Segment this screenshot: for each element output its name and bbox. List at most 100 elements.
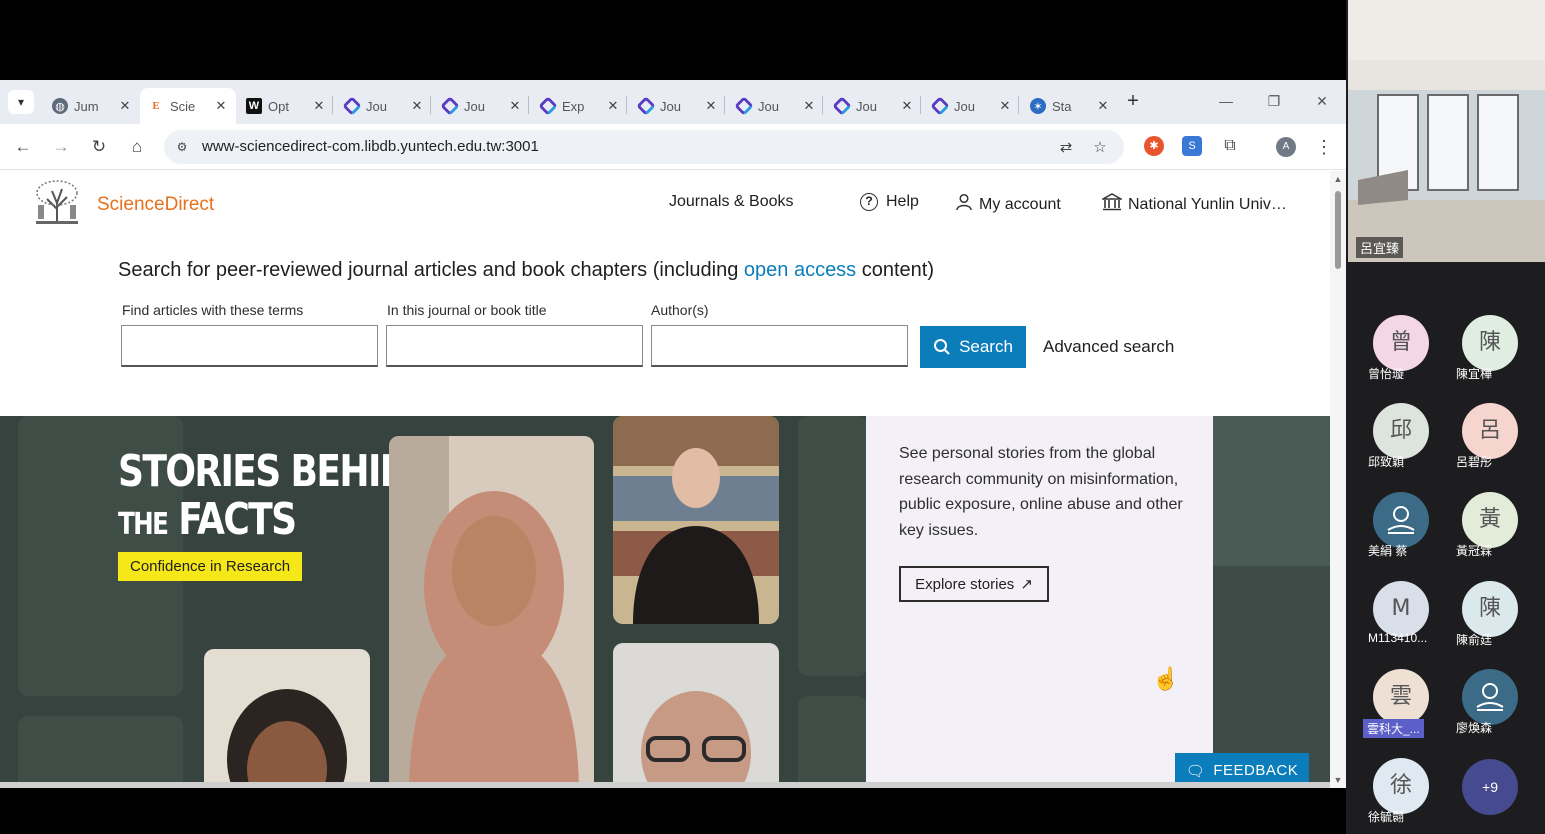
new-tab-button[interactable]: +	[1122, 90, 1144, 112]
close-window-icon[interactable]: ✕	[1307, 90, 1337, 112]
browser-menu-icon[interactable]: ⋮	[1314, 136, 1334, 158]
tab[interactable]: ◍ Jum ✕	[44, 88, 140, 124]
nav-help[interactable]: ? Help	[860, 193, 919, 211]
tab[interactable]: W Opt ✕	[238, 88, 334, 124]
nav-journals-books[interactable]: Journals & Books	[669, 193, 794, 211]
advanced-search-link[interactable]: Advanced search	[1043, 337, 1174, 357]
close-tab-icon[interactable]: ✕	[898, 98, 916, 114]
terms-input[interactable]	[121, 325, 378, 367]
cube-icon	[342, 96, 362, 116]
authors-input[interactable]	[651, 325, 908, 367]
back-icon[interactable]: ←	[12, 136, 34, 158]
participant-avatar[interactable]: 呂	[1462, 403, 1518, 459]
tab-title: Jou	[758, 98, 779, 114]
tab-active[interactable]: E Scie ✕	[140, 88, 236, 124]
url-text[interactable]: www-sciencedirect-com.libdb.yuntech.edu.…	[202, 138, 539, 155]
journal-title-input[interactable]	[386, 325, 643, 367]
explore-stories-label: Explore stories	[915, 575, 1015, 593]
participant-avatar[interactable]: 曾	[1373, 315, 1429, 371]
participant-avatar[interactable]: 邱	[1373, 403, 1429, 459]
close-tab-icon[interactable]: ✕	[702, 98, 720, 114]
hero-description: See personal stories from the global res…	[899, 445, 1183, 539]
extension-blue-icon[interactable]: S	[1182, 136, 1202, 156]
elsevier-tree-logo[interactable]	[32, 179, 82, 225]
site-header: ScienceDirect Journals & Books ? Help My…	[0, 171, 1330, 241]
avatar-initial: 曾	[1389, 330, 1412, 355]
participant-avatar[interactable]	[1462, 669, 1518, 725]
site-settings-icon[interactable]: ⚙	[174, 139, 190, 155]
participant-name: 廖煥森	[1456, 721, 1493, 735]
avatar-initial: M	[1391, 596, 1411, 621]
person-outline-icon	[1476, 683, 1504, 711]
page-scrollbar[interactable]: ▲ ▼	[1330, 171, 1346, 788]
participant-avatar[interactable]	[1373, 492, 1429, 548]
tab[interactable]: Jou ✕	[826, 88, 922, 124]
participant-avatar[interactable]: 徐	[1373, 758, 1429, 814]
video-feed-room	[1348, 0, 1545, 262]
home-icon[interactable]: ⌂	[126, 136, 148, 158]
minimize-icon[interactable]: —	[1211, 90, 1241, 112]
search-heading-text: Search for peer-reviewed journal article…	[118, 259, 744, 281]
scroll-down-icon[interactable]: ▼	[1333, 775, 1343, 785]
participant-name: 陳宜樺	[1456, 367, 1493, 381]
hand-cursor-icon: ☝	[1152, 666, 1180, 691]
profile-avatar[interactable]: A	[1276, 137, 1296, 157]
address-bar[interactable]: ⚙ www-sciencedirect-com.libdb.yuntech.ed…	[164, 130, 1124, 164]
explore-stories-button[interactable]: Explore stories ↗	[899, 566, 1049, 602]
participant-avatar[interactable]: 黃	[1462, 492, 1518, 548]
participant-avatar[interactable]: 雲	[1373, 669, 1429, 725]
scroll-thumb[interactable]	[1335, 191, 1341, 269]
open-access-link[interactable]: open access	[744, 259, 856, 281]
avatar-initial: 陳	[1478, 330, 1501, 355]
w-icon: W	[246, 98, 262, 114]
close-tab-icon[interactable]: ✕	[1094, 98, 1112, 114]
search-button[interactable]: Search	[920, 326, 1026, 368]
participant-video-tile[interactable]: 呂宜臻	[1348, 0, 1545, 262]
nav-my-account[interactable]: My account	[955, 193, 1061, 216]
close-tab-icon[interactable]: ✕	[506, 98, 524, 114]
tab[interactable]: Jou ✕	[630, 88, 726, 124]
participant-avatar[interactable]: 陳	[1462, 581, 1518, 637]
close-tab-icon[interactable]: ✕	[212, 98, 230, 114]
more-participants-button[interactable]: +9	[1462, 759, 1518, 815]
participant-name: 美絹 蔡	[1368, 544, 1408, 558]
nav-institution[interactable]: National Yunlin Univ…	[1100, 193, 1287, 216]
tab[interactable]: Jou ✕	[336, 88, 432, 124]
browser-window: ▾ ◍ Jum ✕ E Scie ✕ W Opt ✕ Jou ✕ Jou ✕ E…	[0, 80, 1346, 788]
decorative-card	[798, 416, 868, 676]
bookmark-star-icon[interactable]: ☆	[1090, 138, 1110, 158]
hero-collage: STORIES BEHIND THE FACTS Confidence in R…	[0, 416, 868, 788]
tab[interactable]: Jou ✕	[728, 88, 824, 124]
tab-title: Scie	[170, 98, 196, 114]
forward-icon[interactable]: →	[50, 136, 72, 158]
close-tab-icon[interactable]: ✕	[996, 98, 1014, 114]
authors-label: Author(s)	[651, 302, 709, 318]
extensions-puzzle-icon[interactable]: ⧉	[1220, 136, 1240, 156]
tab[interactable]: Jou ✕	[434, 88, 530, 124]
search-heading: Search for peer-reviewed journal article…	[118, 259, 934, 282]
close-tab-icon[interactable]: ✕	[800, 98, 818, 114]
participant-avatar[interactable]: M	[1373, 581, 1429, 637]
tab[interactable]: ✶ Sta ✕	[1022, 88, 1118, 124]
tab[interactable]: Jou ✕	[924, 88, 1020, 124]
extension-red-icon[interactable]: ✱	[1144, 136, 1164, 156]
institution-icon	[1100, 193, 1124, 216]
close-tab-icon[interactable]: ✕	[408, 98, 426, 114]
scroll-up-icon[interactable]: ▲	[1333, 174, 1343, 184]
close-tab-icon[interactable]: ✕	[310, 98, 328, 114]
close-tab-icon[interactable]: ✕	[116, 98, 134, 114]
tab-search-button[interactable]: ▾	[8, 90, 34, 114]
participant-avatar[interactable]: 陳	[1462, 315, 1518, 371]
confidence-tag: Confidence in Research	[118, 552, 303, 581]
decorative-card	[18, 716, 183, 788]
sciencedirect-brand[interactable]: ScienceDirect	[97, 194, 214, 216]
tab-title: Opt	[268, 98, 289, 114]
tab[interactable]: Exp ✕	[532, 88, 628, 124]
restore-icon[interactable]: ❐	[1259, 90, 1289, 112]
close-tab-icon[interactable]: ✕	[604, 98, 622, 114]
horizontal-scrollbar[interactable]	[0, 782, 1330, 788]
reload-icon[interactable]: ↻	[88, 136, 110, 158]
tab-title: Jou	[954, 98, 975, 114]
hero-info-panel: See personal stories from the global res…	[866, 416, 1213, 788]
translate-icon[interactable]: ⇄	[1056, 138, 1076, 158]
